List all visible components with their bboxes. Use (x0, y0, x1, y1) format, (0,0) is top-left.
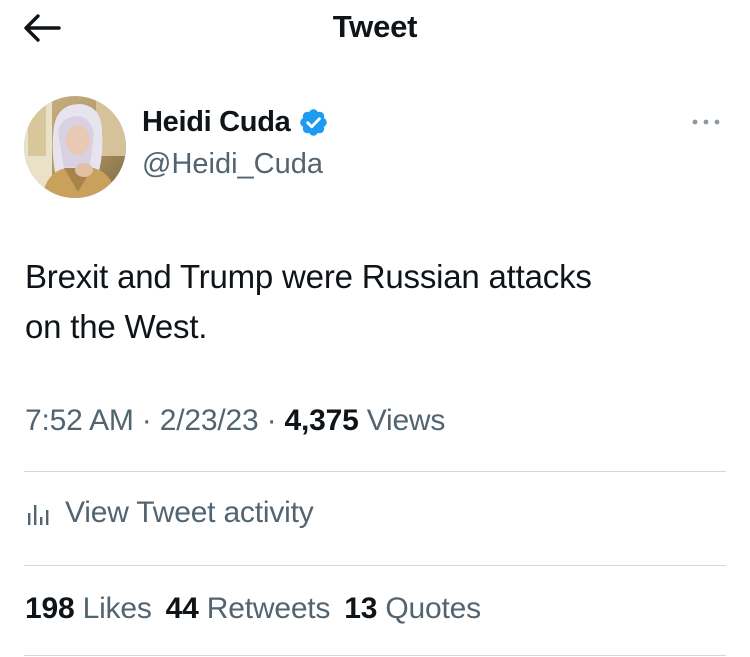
more-horizontal-icon (691, 118, 721, 126)
tweet-meta: 7:52 AM · 2/23/23 · 4,375 Views (25, 404, 445, 438)
author-row: Heidi Cuda @Heidi_Cuda (24, 96, 726, 200)
likes-stat[interactable]: 198 Likes (25, 592, 152, 626)
verified-badge-icon[interactable] (298, 107, 329, 138)
likes-count: 198 (25, 592, 75, 625)
tweet-page: Tweet Heidi Cuda @Heidi_Cuda Brexit and … (0, 0, 750, 657)
views-count: 4,375 (284, 404, 359, 437)
retweets-count: 44 (165, 592, 199, 625)
more-button[interactable] (686, 112, 726, 132)
meta-separator: · (133, 404, 160, 437)
display-name[interactable]: Heidi Cuda (142, 106, 291, 139)
quotes-stat[interactable]: 13 Quotes (344, 592, 481, 626)
view-tweet-activity-button[interactable]: View Tweet activity (25, 496, 314, 530)
tweet-text-line: Brexit and Trump were Russian attacks (25, 258, 592, 295)
views-label: Views (366, 404, 446, 437)
divider (24, 471, 726, 472)
header: Tweet (0, 0, 750, 56)
divider (24, 565, 726, 566)
user-handle[interactable]: @Heidi_Cuda (142, 148, 323, 181)
bar-chart-icon (25, 499, 53, 527)
tweet-stats: 198 Likes 44 Retweets 13 Quotes (25, 592, 495, 626)
quotes-label: Quotes (385, 592, 481, 625)
meta-separator: · (258, 404, 285, 437)
likes-label: Likes (82, 592, 152, 625)
retweets-label: Retweets (206, 592, 331, 625)
view-tweet-activity-label: View Tweet activity (65, 496, 314, 529)
page-title: Tweet (332, 9, 418, 44)
quotes-count: 13 (344, 592, 378, 625)
tweet-date[interactable]: 2/23/23 (160, 404, 259, 437)
tweet-text-line: on the West. (25, 308, 208, 345)
avatar[interactable] (24, 96, 126, 198)
divider (24, 655, 726, 656)
tweet-time[interactable]: 7:52 AM (25, 404, 134, 437)
tweet-text: Brexit and Trump were Russian attacks on… (25, 252, 725, 352)
retweets-stat[interactable]: 44 Retweets (166, 592, 331, 626)
display-name-row: Heidi Cuda (142, 106, 329, 139)
